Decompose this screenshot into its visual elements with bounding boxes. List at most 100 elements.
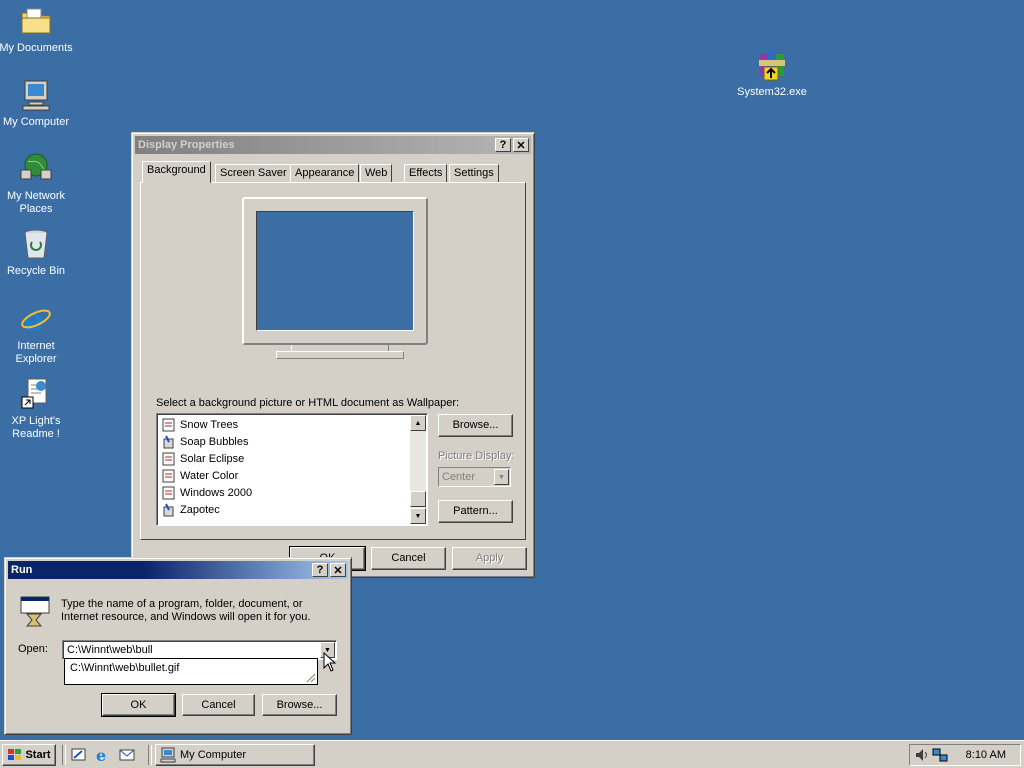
desktop-icon-label: Recycle Bin — [6, 265, 66, 277]
start-label: Start — [25, 749, 51, 761]
list-item-label: Zapotec — [180, 503, 220, 516]
pattern-button[interactable]: Pattern... — [438, 500, 513, 523]
show-desktop-icon[interactable] — [70, 746, 88, 764]
wallpaper-list: Snow Trees Soap Bubbles Solar Eclipse Wa… — [159, 416, 409, 518]
scroll-down-arrow-icon[interactable]: ▼ — [410, 508, 426, 524]
background-tab-panel: Select a background picture or HTML docu… — [140, 182, 526, 540]
autocomplete-item[interactable]: C:\Winnt\web\bullet.gif — [70, 662, 179, 674]
network-icon[interactable] — [932, 747, 948, 763]
task-label: My Computer — [180, 749, 247, 761]
tab-screen-saver[interactable]: Screen Saver — [215, 164, 292, 182]
list-item[interactable]: Windows 2000 — [159, 484, 409, 501]
listbox-scrollbar[interactable]: ▲ ▼ — [410, 415, 426, 524]
desktop-icon-my-documents[interactable]: My Documents — [0, 4, 74, 55]
run-description: Type the name of a program, folder, docu… — [61, 598, 311, 623]
display-properties-titlebar[interactable]: Display Properties ? ✕ — [135, 136, 531, 154]
desktop-icon-label: My Network Places — [6, 190, 66, 215]
network-places-icon — [19, 152, 53, 186]
close-button[interactable]: ✕ — [330, 563, 346, 577]
start-button[interactable]: Start — [2, 744, 56, 766]
desktop-icon-system32-exe[interactable]: System32.exe — [734, 48, 810, 99]
desktop-icon-label: My Computer — [2, 116, 70, 128]
paint-file-icon — [162, 435, 176, 449]
scroll-thumb[interactable] — [410, 491, 426, 507]
scroll-up-arrow-icon[interactable]: ▲ — [410, 415, 426, 431]
windows-logo-icon — [7, 748, 23, 762]
list-item-label: Solar Eclipse — [180, 452, 245, 465]
system-tray: 8:10 AM — [909, 744, 1021, 766]
internet-explorer-icon: e — [19, 302, 53, 338]
browse-button[interactable]: Browse... — [438, 414, 513, 437]
desktop-icon-readme[interactable]: XP Light's Readme ! — [0, 377, 74, 441]
help-button[interactable]: ? — [495, 138, 511, 152]
quick-launch-separator — [62, 745, 66, 765]
desktop-icon-label: Internet Explorer — [15, 340, 57, 365]
monitor-base — [276, 345, 404, 359]
desktop-icon-my-network-places[interactable]: My Network Places — [0, 152, 74, 216]
list-item[interactable]: Zapotec — [159, 501, 409, 518]
tab-background[interactable]: Background — [142, 161, 211, 183]
monitor-preview — [242, 197, 428, 345]
svg-text:e: e — [96, 746, 106, 764]
cancel-button[interactable]: Cancel — [371, 547, 446, 570]
archive-exe-icon — [755, 48, 789, 82]
chevron-down-icon: ▼ — [494, 469, 509, 485]
cancel-button[interactable]: Cancel — [182, 694, 255, 716]
task-separator — [148, 745, 152, 765]
volume-icon[interactable] — [914, 747, 930, 763]
close-button[interactable]: ✕ — [513, 138, 529, 152]
list-item[interactable]: Water Color — [159, 467, 409, 484]
task-button-my-computer[interactable]: My Computer — [155, 744, 315, 766]
open-input-value[interactable]: C:\Winnt\web\bull — [67, 644, 153, 656]
run-program-icon — [19, 594, 53, 628]
tab-settings[interactable]: Settings — [449, 164, 499, 182]
mouse-cursor-icon — [323, 651, 337, 672]
clock[interactable]: 8:10 AM — [966, 749, 1006, 761]
shortcut-document-icon — [19, 377, 53, 411]
folder-documents-icon — [19, 4, 53, 38]
desktop-icon-my-computer[interactable]: My Computer — [0, 78, 74, 129]
run-titlebar[interactable]: Run ? ✕ — [8, 561, 348, 579]
browse-button[interactable]: Browse... — [262, 694, 337, 716]
desktop-icon-label: System32.exe — [737, 86, 807, 98]
image-file-icon — [162, 452, 176, 466]
image-file-icon — [162, 486, 176, 500]
tab-effects[interactable]: Effects — [404, 164, 448, 182]
outlook-express-icon[interactable] — [118, 746, 136, 764]
internet-explorer-icon[interactable]: e — [94, 746, 112, 765]
list-item[interactable]: Snow Trees — [159, 416, 409, 433]
desktop-icon-label: XP Light's Readme ! — [11, 415, 61, 440]
image-file-icon — [162, 469, 176, 483]
computer-icon — [160, 747, 176, 763]
run-dialog: Run ? ✕ Type the name of a program, fold… — [4, 557, 352, 735]
desktop-icon-internet-explorer[interactable]: e Internet Explorer — [0, 302, 74, 366]
help-button[interactable]: ? — [312, 563, 328, 577]
window-title: Display Properties — [138, 139, 235, 151]
list-item[interactable]: Soap Bubbles — [159, 433, 409, 450]
tab-appearance[interactable]: Appearance — [290, 164, 360, 182]
picture-display-label: Picture Display: — [438, 450, 515, 462]
taskbar: Start e My Computer 8:10 AM — [0, 740, 1024, 768]
desktop-icon-recycle-bin[interactable]: Recycle Bin — [0, 227, 74, 278]
desktop-icon-label: My Documents — [0, 42, 73, 54]
window-title: Run — [11, 564, 33, 576]
list-item-label: Windows 2000 — [180, 486, 253, 499]
monitor-screen — [256, 211, 414, 331]
picture-display-value: Center — [442, 471, 476, 483]
open-combobox[interactable]: C:\Winnt\web\bull ▼ — [62, 640, 337, 660]
quick-launch: e — [70, 746, 136, 765]
tab-web[interactable]: Web — [360, 164, 393, 182]
svg-text:e: e — [24, 303, 43, 336]
tab-strip: Background Screen Saver Appearance Web E… — [140, 161, 528, 183]
display-properties-window: Display Properties ? ✕ Background Screen… — [131, 132, 535, 578]
list-item[interactable]: Solar Eclipse — [159, 450, 409, 467]
picture-display-select[interactable]: Center ▼ — [438, 467, 511, 487]
list-item-label: Water Color — [180, 469, 239, 482]
wallpaper-listbox[interactable]: Snow Trees Soap Bubbles Solar Eclipse Wa… — [156, 413, 428, 526]
list-item-label: Soap Bubbles — [180, 435, 249, 448]
ok-button[interactable]: OK — [101, 693, 176, 717]
apply-button[interactable]: Apply — [452, 547, 527, 570]
computer-icon — [19, 78, 53, 112]
list-item-label: Snow Trees — [180, 418, 239, 431]
recycle-bin-icon — [19, 227, 53, 261]
